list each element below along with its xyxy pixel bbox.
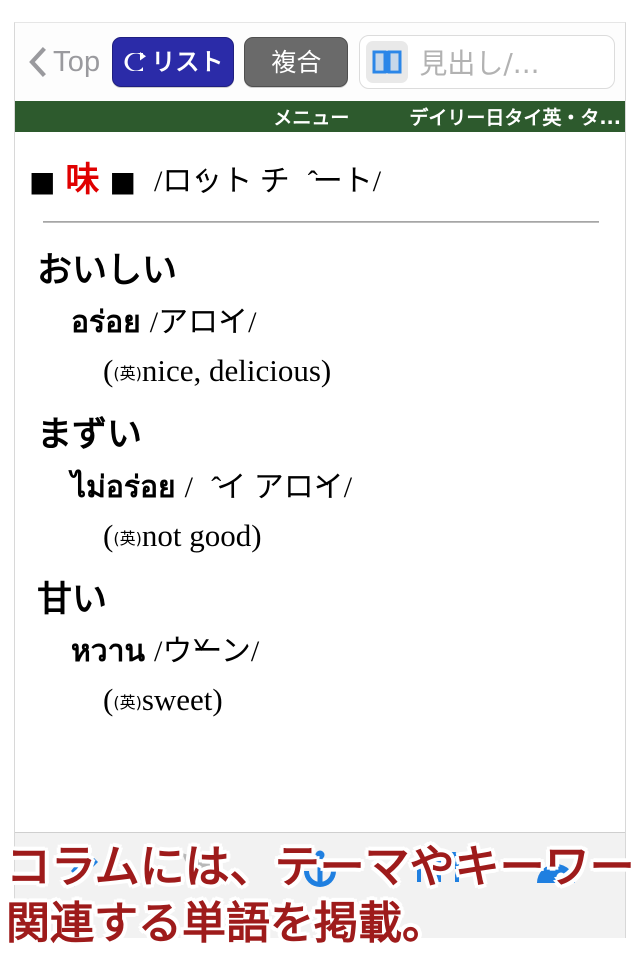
entry-japanese-word[interactable]: おいしい (37, 251, 613, 291)
entry-japanese-word[interactable]: 甘い (37, 580, 613, 620)
search-field[interactable]: 見出し/... (359, 35, 615, 89)
entry-english-gloss: sweet (141, 681, 213, 717)
list-button-label: リスト (151, 48, 224, 76)
entry-lang-tag: (英) (113, 364, 142, 384)
dictionary-scope-button[interactable] (366, 41, 409, 83)
bookmark-pin-icon (71, 850, 98, 887)
search-input[interactable]: 見出し/... (419, 42, 539, 82)
dictionary-menu-bar: メニュー デイリー日タイ英・タ... (15, 101, 625, 132)
title-divider (43, 221, 599, 223)
headword-keyword: 味 (65, 160, 100, 200)
open-book-icon (372, 50, 402, 74)
app-root: Top リスト 複合 見出し/... メニュー デイリー日タイ英・タ... ■ … (0, 0, 640, 960)
entry-english-gloss: not good (141, 517, 252, 553)
open-book-outline-icon (417, 851, 459, 882)
back-button-label: Top (53, 45, 101, 78)
entry-thai-line: หวาน/ウ̌ーン/ (71, 632, 613, 670)
toolbar-bookmark-button[interactable] (49, 840, 119, 898)
anchor-icon (304, 850, 336, 887)
entry-thai-word[interactable]: ไม่อร่อย (71, 470, 176, 505)
entry-kana-reading: /ウ̌ーン/ (153, 634, 260, 668)
entry-japanese-word[interactable]: まずい (37, 415, 613, 455)
toolbar-play-button[interactable] (167, 840, 237, 898)
entry-lang-tag: (英) (113, 528, 142, 548)
marker-right: ■ (109, 165, 136, 198)
toolbar-anchor-button[interactable] (285, 840, 355, 898)
entry-thai-line: อร่อย/アロ̀イ/ (71, 303, 613, 341)
menu-button[interactable]: メニュー (273, 103, 349, 130)
refresh-circle-arrow-icon (124, 52, 147, 71)
compound-button-label: 複合 (271, 47, 322, 77)
entry-english-gloss: nice, delicious (141, 353, 321, 389)
list-button[interactable]: リスト (112, 37, 235, 87)
dictionary-name-label[interactable]: デイリー日タイ英・タ... (409, 103, 621, 130)
entry-english-line: ((英)sweet) (103, 681, 223, 717)
entry-thai-line: ไม่อร่อย/マ̂イ アロ̀イ/ (71, 468, 613, 506)
entry-2: まずい ไม่อร่อย/マ̂イ アロ̀イ/ ((英)not good) (29, 415, 613, 553)
entry-english-line: ((英)not good) (103, 517, 262, 553)
device-screen: Top リスト 複合 見出し/... メニュー デイリー日タイ英・タ... ■ … (14, 22, 626, 938)
article-headword: ■ 味 ■ /ロ́ット チャ̂ート/ (29, 152, 613, 201)
back-to-top-button[interactable]: Top (25, 46, 104, 79)
person-circle-icon (537, 863, 575, 883)
top-navigation-bar: Top リスト 複合 見出し/... (15, 23, 625, 101)
entry-1: おいしい อร่อย/アロ̀イ/ ((英)nice, delicious) (29, 251, 613, 389)
entry-3: 甘い หวาน/ウ̌ーン/ ((英)sweet) (29, 580, 613, 718)
bottom-toolbar (15, 832, 625, 938)
entry-kana-reading: /マ̂イ アロ̀イ/ (184, 470, 353, 504)
headword-transliteration: /ロ́ット チャ̂ート/ (153, 165, 382, 198)
marker-left: ■ (29, 165, 56, 198)
play-triangle-icon (182, 852, 222, 883)
entry-kana-reading: /アロ̀イ/ (149, 306, 257, 340)
compound-search-button[interactable]: 複合 (244, 37, 349, 87)
toolbar-book-button[interactable] (403, 840, 473, 898)
dictionary-content: ■ 味 ■ /ロ́ット チャ̂ート/ おいしい อร่อย/アロ̀イ/ ((英)… (15, 132, 625, 832)
entry-thai-word[interactable]: อร่อย (71, 305, 141, 340)
entry-thai-word[interactable]: หวาน (71, 634, 145, 669)
entry-english-line: ((英)nice, delicious) (103, 353, 332, 389)
chevron-left-icon (29, 47, 46, 77)
entry-lang-tag: (英) (113, 692, 142, 712)
toolbar-profile-button[interactable] (521, 840, 591, 898)
